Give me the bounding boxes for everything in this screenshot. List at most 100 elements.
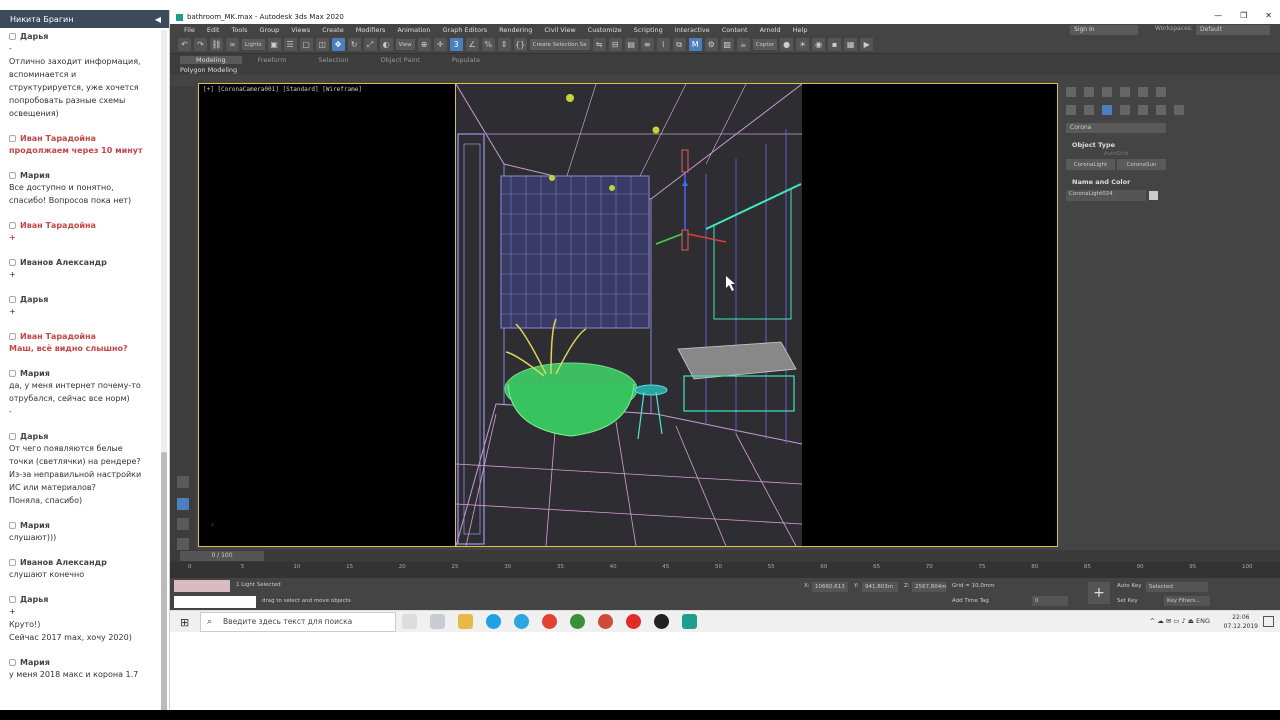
3dsmax-taskbar-icon[interactable] [682, 614, 697, 629]
object-color-swatch[interactable] [1149, 191, 1158, 200]
menu-interactive[interactable]: Interactive [669, 26, 716, 34]
selection-filter-dropdown[interactable]: Lights [242, 39, 265, 50]
chrome-profile-icon[interactable] [570, 614, 585, 629]
ribbon-tab-populate[interactable]: Populate [436, 56, 496, 64]
sign-in-button[interactable]: Sign In [1070, 25, 1138, 35]
menu-content[interactable]: Content [716, 26, 754, 34]
render-icon[interactable]: ☕ [736, 38, 750, 51]
hierarchy-tab-icon[interactable] [1102, 87, 1112, 97]
align-icon[interactable]: ⊟ [608, 38, 622, 51]
time-slider-thumb[interactable]: 0 / 100 [180, 551, 264, 561]
light-type-dropdown[interactable]: Corona [1066, 123, 1166, 133]
ribbon-tab-freeform[interactable]: Freeform [242, 56, 303, 64]
viewport-label[interactable]: [+] [CoronaCamera001] [Standard] [Wirefr… [203, 86, 362, 93]
menu-file[interactable]: File [178, 26, 201, 34]
menu-rendering[interactable]: Rendering [493, 26, 538, 34]
schematic-view-icon[interactable]: ⧉ [672, 38, 686, 51]
opera-icon[interactable] [626, 614, 641, 629]
auto-key-button[interactable]: Auto Key [1117, 583, 1142, 589]
current-frame-field[interactable]: 0 [1032, 596, 1068, 606]
menu-arnold[interactable]: Arnold [754, 26, 787, 34]
shapes-icon[interactable] [1084, 105, 1094, 115]
reference-coord-dropdown[interactable]: View [395, 39, 415, 50]
rect-select-icon[interactable]: ▢ [299, 38, 313, 51]
menu-customize[interactable]: Customize [582, 26, 628, 34]
key-selection-dropdown[interactable]: Selected [1146, 582, 1208, 592]
spinner-snap-icon[interactable]: ⇕ [497, 38, 511, 51]
recorder-icon[interactable] [654, 614, 669, 629]
corona-light-button[interactable]: CoronaLight [1066, 159, 1115, 170]
menu-help[interactable]: Help [787, 26, 814, 34]
unlink-icon[interactable]: ∞ [226, 38, 239, 51]
menu-tools[interactable]: Tools [225, 26, 253, 34]
chat-scroll-thumb[interactable] [161, 452, 167, 712]
ribbon-tab-object-paint[interactable]: Object Paint [365, 56, 436, 64]
maxscript-listener[interactable] [174, 596, 256, 608]
z-coordinate-field[interactable]: 2567,804m [912, 582, 947, 592]
render-setup-icon[interactable]: ⚙ [704, 38, 718, 51]
taskbar-clock[interactable]: 22:06 07.12.2019 [1224, 613, 1258, 631]
name-color-title[interactable]: Name and Color [1066, 176, 1166, 188]
y-coordinate-field[interactable]: 941,803m [862, 582, 898, 592]
key-filters-button[interactable]: Key Filters... [1164, 596, 1210, 606]
object-name-input[interactable]: CoronaLight024 [1066, 190, 1146, 201]
telegram-icon[interactable] [514, 614, 529, 629]
menu-views[interactable]: Views [285, 26, 316, 34]
material-editor-icon[interactable]: M [688, 38, 702, 51]
redo-icon[interactable]: ↷ [194, 38, 207, 51]
ribbon-tab-modeling[interactable]: Modeling [180, 55, 242, 64]
windows-start-icon[interactable]: ⊞ [180, 616, 189, 629]
time-slider[interactable]: 0 / 100 [170, 550, 1280, 562]
collapse-icon[interactable]: ◀ [155, 15, 161, 24]
task-view-icon[interactable] [402, 614, 417, 629]
set-key-button[interactable]: Set Key [1117, 598, 1138, 604]
window-crossing-icon[interactable]: ◫ [315, 38, 329, 51]
object-type-title[interactable]: Object Type [1066, 139, 1166, 151]
ribbon-tab-selection[interactable]: Selection [303, 56, 365, 64]
spacewarps-icon[interactable] [1156, 105, 1166, 115]
menu-civil-view[interactable]: Civil View [538, 26, 581, 34]
corona-camera-icon[interactable]: ◉ [812, 38, 826, 51]
add-key-icon[interactable]: + [1088, 582, 1110, 604]
camera-viewport[interactable]: [+] [CoronaCamera001] [Standard] [Wirefr… [198, 83, 1058, 547]
utilities-tab-icon[interactable] [1156, 87, 1166, 97]
pivot-icon[interactable]: ⊕ [417, 38, 431, 51]
notification-icon[interactable] [1263, 616, 1274, 627]
chat-scrollbar[interactable] [161, 30, 167, 712]
placement-icon[interactable]: ◐ [379, 38, 393, 51]
language-indicator[interactable]: ENG [1196, 617, 1210, 625]
systems-icon[interactable] [1174, 105, 1184, 115]
select-manipulate-icon[interactable]: ✛ [433, 38, 447, 51]
layer-explorer-icon[interactable]: ≡ [640, 38, 654, 51]
add-time-tag[interactable]: Add Time Tag [952, 598, 989, 604]
motion-tab-icon[interactable] [1120, 87, 1130, 97]
select-by-name-icon[interactable]: ☰ [283, 38, 297, 51]
scale-icon[interactable]: ⤢ [363, 38, 377, 51]
select-object-icon[interactable]: ▣ [267, 38, 281, 51]
helpers-icon[interactable] [1138, 105, 1148, 115]
menu-scripting[interactable]: Scripting [628, 26, 669, 34]
system-tray[interactable]: ^ ☁ ✉ ▭ ♪ ⏏ ENG [1150, 617, 1210, 625]
link-icon[interactable]: ⛓ [210, 38, 223, 51]
chrome-icon[interactable] [542, 614, 557, 629]
play-mini-icon[interactable] [177, 476, 189, 488]
close-button[interactable]: ✕ [1265, 11, 1272, 20]
menu-edit[interactable]: Edit [201, 26, 226, 34]
viewport-layout-icon-3[interactable] [177, 538, 189, 550]
create-tab-icon[interactable] [1066, 87, 1076, 97]
named-selection-icon[interactable]: {} [513, 38, 527, 51]
rotate-icon[interactable]: ↻ [347, 38, 361, 51]
menu-graph-editors[interactable]: Graph Editors [437, 26, 494, 34]
curve-editor-icon[interactable]: ⌇ [656, 38, 670, 51]
workspaces-dropdown[interactable]: Default [1196, 25, 1270, 35]
geometry-icon[interactable] [1066, 105, 1076, 115]
menu-create[interactable]: Create [316, 26, 350, 34]
file-explorer-icon[interactable] [458, 614, 473, 629]
rendered-frame-icon[interactable]: ▧ [720, 38, 734, 51]
corona-sun-button[interactable]: CoronaSun [1117, 159, 1166, 170]
modify-tab-icon[interactable] [1084, 87, 1094, 97]
taskbar-search-box[interactable]: ⌕ Введите здесь текст для поиска [200, 612, 396, 632]
coptor-button[interactable]: Coptor [752, 39, 778, 50]
track-bar[interactable]: 0 5 10 15 20 25 30 35 40 45 50 55 60 65 70 75 80 85 90 95 10… [170, 562, 1280, 578]
angle-snap-icon[interactable]: ∠ [465, 38, 479, 51]
